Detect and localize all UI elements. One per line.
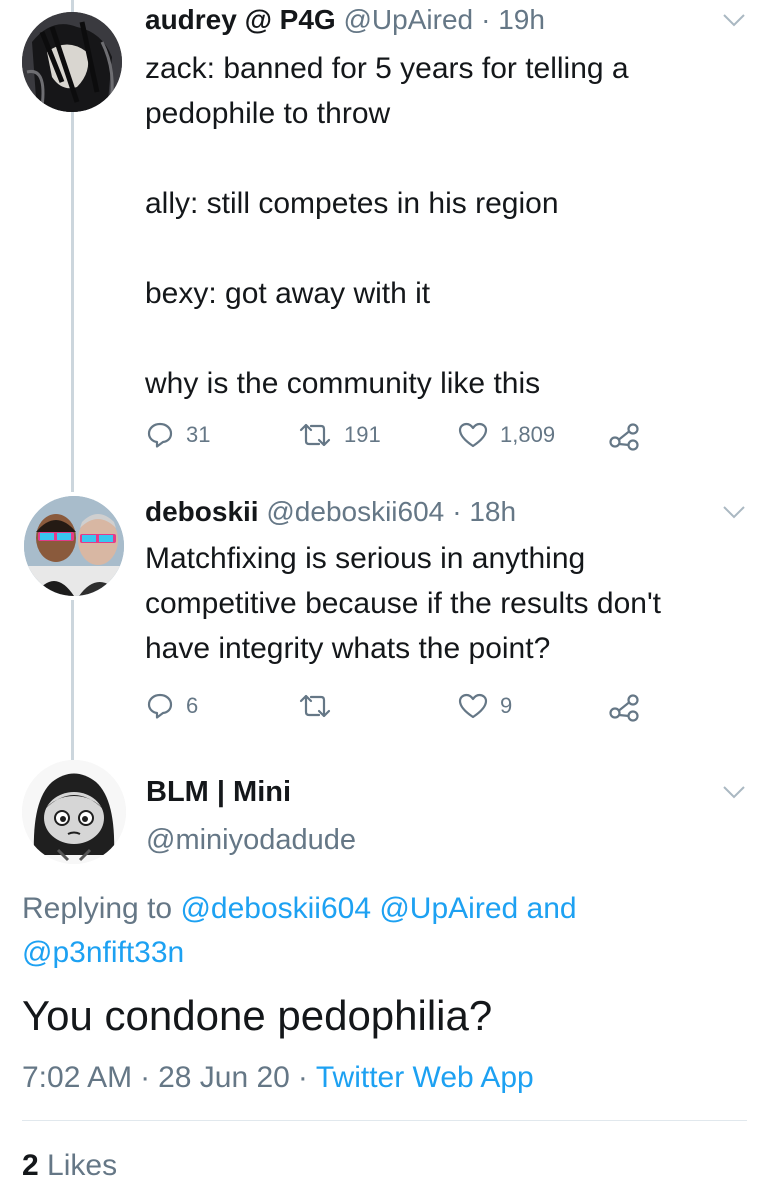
separator: · — [297, 1061, 308, 1094]
like-button[interactable]: 1,809 — [458, 421, 555, 449]
tweet-metadata: 7:02 AM · 28 Jun 20 · Twitter Web App — [22, 1058, 534, 1098]
focused-tweet-text: You condone pedophilia? — [22, 992, 493, 1039]
tweet-header: audrey @ P4G @UpAired · 19h — [145, 2, 545, 38]
avatar-image — [22, 760, 126, 864]
share-button[interactable] — [608, 421, 642, 451]
tweet-text-line: have integrity whats the point? — [145, 632, 551, 665]
like-count: 9 — [500, 693, 513, 718]
reply-button[interactable]: 31 — [146, 421, 210, 449]
replying-to-label: Replying to — [22, 892, 173, 925]
separator: · — [140, 1061, 151, 1094]
tweet-source[interactable]: Twitter Web App — [316, 1061, 534, 1094]
handle[interactable]: @UpAired — [344, 4, 474, 35]
avatar[interactable] — [24, 496, 124, 596]
tweet-text-line: competitive because if the results don't — [145, 587, 662, 620]
reply-icon — [147, 422, 173, 448]
tweet-text-line: Matchfixing is serious in anything — [145, 542, 586, 575]
tweet-date[interactable]: 28 Jun 20 — [158, 1061, 290, 1094]
tweet-text-line: ally: still competes in his region — [145, 187, 559, 220]
share-button[interactable] — [608, 692, 642, 722]
separator: · — [481, 4, 491, 35]
heart-icon — [458, 693, 488, 719]
likes-label: Likes — [47, 1149, 118, 1182]
replying-to: Replying to @deboskii604 @UpAired and — [22, 888, 577, 930]
retweet-button[interactable] — [298, 692, 344, 720]
reply-count: 31 — [186, 422, 211, 447]
handle[interactable]: @miniyodadude — [146, 822, 356, 858]
retweet-button[interactable]: 191 — [298, 421, 381, 449]
avatar[interactable] — [22, 12, 122, 112]
replying-to-users[interactable]: @deboskii604 @UpAired and — [180, 892, 576, 925]
tweet-text-line — [145, 316, 629, 361]
like-count: 1,809 — [500, 422, 556, 447]
tweet-text-line — [145, 226, 629, 271]
tweet-text-line: bexy: got away with it — [145, 277, 431, 310]
reply-count: 6 — [186, 693, 199, 718]
heart-icon — [458, 422, 488, 448]
tweet-time[interactable]: 7:02 AM — [22, 1061, 132, 1094]
share-icon — [609, 694, 639, 722]
chevron-down-icon[interactable] — [722, 504, 746, 520]
reply-icon — [147, 693, 173, 719]
retweet-count: 191 — [344, 422, 381, 447]
divider — [22, 1120, 747, 1121]
tweet-header: deboskii @deboskii604 · 18h — [145, 494, 516, 530]
avatar-image — [22, 12, 122, 112]
avatar[interactable] — [22, 760, 126, 864]
handle[interactable]: @deboskii604 — [266, 496, 444, 527]
likes-summary[interactable]: 2 Likes — [22, 1146, 117, 1186]
tweet-text-line: pedophile to throw — [145, 97, 391, 130]
tweet-text: zack: banned for 5 years for telling a p… — [145, 46, 629, 406]
reply-button[interactable]: 6 — [146, 692, 198, 720]
chevron-down-icon[interactable] — [722, 12, 746, 28]
retweet-icon — [299, 694, 331, 718]
like-button[interactable]: 9 — [458, 692, 512, 720]
share-icon — [609, 423, 639, 451]
avatar-image — [24, 496, 124, 596]
chevron-down-icon[interactable] — [722, 784, 746, 800]
display-name[interactable]: deboskii — [145, 496, 259, 527]
tweet-text-line: why is the community like this — [145, 367, 541, 400]
replying-to-users-continued[interactable]: @p3nfift33n — [22, 932, 184, 974]
timestamp[interactable]: 19h — [498, 4, 545, 35]
tweet-text-line: zack: banned for 5 years for telling a — [145, 52, 629, 85]
timestamp[interactable]: 18h — [469, 496, 516, 527]
separator: · — [452, 496, 462, 527]
likes-count: 2 — [22, 1149, 39, 1182]
tweet-text-line — [145, 136, 629, 181]
display-name[interactable]: audrey @ P4G — [145, 4, 336, 35]
thread-line-lower — [71, 600, 74, 760]
retweet-icon — [299, 423, 331, 447]
tweet-text: Matchfixing is serious in anything compe… — [145, 536, 661, 671]
display-name[interactable]: BLM | Mini — [146, 774, 291, 810]
